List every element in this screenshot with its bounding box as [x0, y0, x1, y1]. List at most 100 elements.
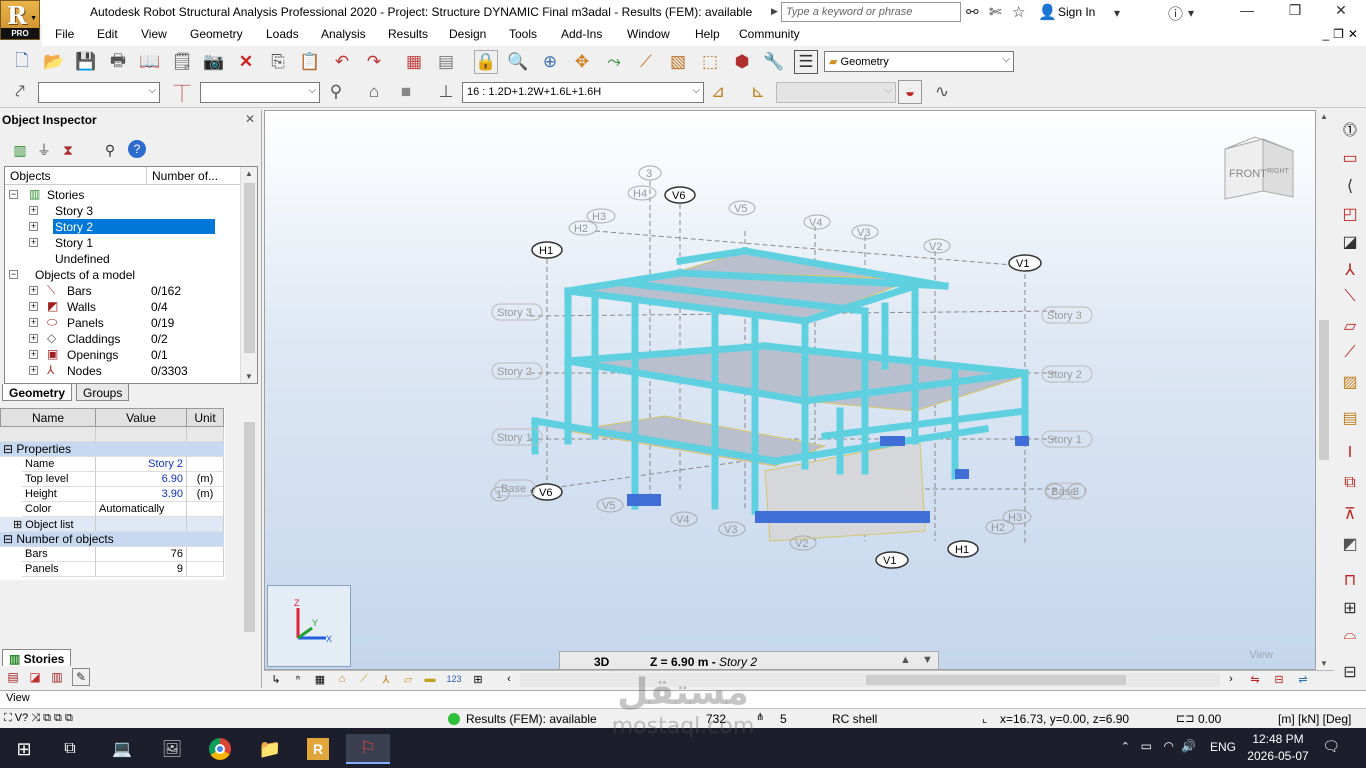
prop-value[interactable]: 6.90 [96, 472, 187, 487]
preview-icon[interactable]: 🗒 [170, 50, 194, 74]
tree-item-stories[interactable]: − ▥ Stories [5, 187, 241, 203]
new-file-icon[interactable]: 🗋 [10, 50, 34, 74]
menu-geometry[interactable]: Geometry [190, 27, 243, 41]
offsets-display-icon[interactable]: ▬ [420, 671, 440, 687]
units[interactable]: [m] [kN] [Deg] [1278, 712, 1351, 726]
filter-icon[interactable]: ⏚ [32, 138, 56, 162]
robot-app-icon[interactable]: R [296, 734, 340, 764]
story-tool-icon[interactable]: ◪ [26, 668, 44, 686]
collapse-icon[interactable]: − [9, 190, 18, 199]
close-button[interactable]: ✕ [1326, 2, 1356, 19]
3d-viewport[interactable]: 3 H4 V6 H3 H2 H1 V5 V4 V3 V2 V1 V6 V5 V4… [264, 110, 1316, 670]
scroll-thumb[interactable] [866, 675, 1126, 685]
table-icon[interactable]: ▤ [434, 50, 458, 74]
prop-row-top-level[interactable]: Top level 6.90 (m) [0, 472, 224, 487]
load-case-select[interactable]: 16 : 1.2D+1.2W+1.6L+1.6H ⌵ [462, 82, 704, 103]
arch-icon[interactable]: ⌓ [1337, 626, 1363, 648]
support-tool-icon[interactable]: ◰ [1337, 204, 1363, 226]
expand-icon[interactable]: + [29, 222, 38, 231]
offset-tool-icon[interactable]: ⟋ [1337, 344, 1363, 366]
sections-display-icon[interactable]: ▦ [310, 671, 330, 687]
paste-icon[interactable]: 📋 [298, 50, 322, 74]
help-icon[interactable]: ⓘ [1168, 3, 1183, 24]
menu-tools[interactable]: Tools [509, 27, 537, 41]
bar-select-icon[interactable]: ⏉ [170, 80, 194, 104]
select-icon[interactable]: ⤳ [602, 50, 626, 74]
view-cube[interactable]: FRONT RIGHT [1223, 131, 1297, 211]
grid-icon[interactable]: ▥ [8, 138, 32, 162]
view-option-2-icon[interactable]: ⊟ [1268, 671, 1290, 687]
properties-scrollbar[interactable] [241, 408, 258, 648]
load-tool-icon[interactable]: ▨ [1337, 372, 1363, 394]
help-dropdown-icon[interactable]: ▾ [1188, 6, 1194, 20]
section-number-of-objects[interactable]: ⊟ Number of objects [0, 532, 224, 547]
expand-icon[interactable]: + [29, 350, 38, 359]
notifications-icon[interactable]: 🗨 [1322, 738, 1340, 755]
scroll-thumb[interactable] [1319, 320, 1329, 460]
section-name[interactable]: RC shell [832, 712, 877, 726]
section-properties[interactable]: ⊟ Properties [0, 442, 224, 457]
expand-icon[interactable]: + [29, 318, 38, 327]
menu-analysis[interactable]: Analysis [321, 27, 366, 41]
zoom-window-icon[interactable]: 🔍 [506, 50, 530, 74]
file-explorer-icon[interactable]: 📁 [248, 734, 292, 764]
tree-scrollbar[interactable]: ▲ ▼ [240, 167, 257, 383]
modes-icon[interactable]: ∿ [930, 80, 954, 104]
layout-select[interactable]: ▰ Geometry ⌵ [824, 51, 1014, 72]
geometry-tool-icon[interactable]: ⟨ [1337, 176, 1363, 198]
tree-item-objects-of-model[interactable]: − Objects of a model [5, 267, 241, 283]
selection-wizard-icon[interactable]: ⚲ [324, 80, 348, 104]
prop-row-height[interactable]: Height 3.90 (m) [0, 487, 224, 502]
tree-item-undefined[interactable]: Undefined [5, 251, 241, 267]
subscription-icon[interactable]: ✄ [989, 3, 1002, 21]
menu-community[interactable]: Community [739, 27, 800, 41]
delete-icon[interactable]: ✕ [234, 50, 258, 74]
lock-icon[interactable]: 🔒 [474, 50, 498, 74]
home-view-icon[interactable]: ⌂ [362, 80, 386, 104]
level-up-icon[interactable]: ▲ [900, 654, 911, 666]
view-option-1-icon[interactable]: ⇋ [1244, 671, 1266, 687]
prop-value[interactable]: Story 2 [96, 457, 187, 472]
tree-item-nodes[interactable]: + ⅄ Nodes 0/3303 [5, 363, 241, 379]
expand-icon[interactable]: + [29, 366, 38, 375]
tab-stories[interactable]: ▥ Stories [2, 649, 72, 666]
pan-icon[interactable]: ✥ [570, 50, 594, 74]
values-display-icon[interactable]: 123 [442, 671, 466, 687]
layout-icon[interactable]: ☰ [794, 50, 818, 74]
bar-sections-icon[interactable]: ▭ [1337, 148, 1363, 170]
collapse-icon[interactable]: − [9, 270, 18, 279]
battery-icon[interactable]: ▭ [1141, 739, 1152, 753]
release-tool-icon[interactable]: ◪ [1337, 232, 1363, 254]
releases-display-icon[interactable]: ⅄ [376, 671, 396, 687]
menu-view[interactable]: View [141, 27, 167, 41]
tree-item-panels[interactable]: + ⬭ Panels 0/19 [5, 315, 241, 331]
binoculars-icon[interactable]: ⚯ [966, 3, 979, 21]
expand-icon[interactable]: + [29, 302, 38, 311]
display-settings-icon[interactable]: ⊞ [468, 671, 488, 687]
tray-chevron-icon[interactable]: ⌃ [1121, 740, 1130, 753]
scroll-up-icon[interactable]: ▲ [245, 169, 253, 178]
grayed-icon[interactable]: ■ [394, 80, 418, 104]
redo-icon[interactable]: ↷ [362, 50, 386, 74]
combination-tool-icon[interactable]: ▤ [1337, 408, 1363, 430]
bar-selection-combo[interactable]: ⌵ [200, 82, 320, 103]
menu-design[interactable]: Design [449, 27, 486, 41]
node-tool-icon[interactable]: ⅄ [1337, 260, 1363, 282]
search-expand-icon[interactable]: ▶ [771, 6, 778, 17]
minimize-button[interactable]: — [1232, 2, 1262, 18]
prop-row-name[interactable]: Name Story 2 [0, 457, 224, 472]
tree-item-story-1[interactable]: + Story 1 [5, 235, 241, 251]
prop-row-bars[interactable]: Bars 76 [0, 547, 224, 562]
language-indicator[interactable]: ENG [1210, 740, 1236, 754]
print-icon[interactable]: 🖶 [106, 50, 130, 74]
search-input[interactable]: Type a keyword or phrase [781, 2, 961, 22]
snap-icons[interactable]: ⛶ V? ⤨ ⧉ ⧉ ⧉ [4, 712, 73, 725]
scroll-thumb[interactable] [244, 422, 255, 632]
windows-start-icon[interactable]: ⊞ [2, 734, 46, 764]
display-icon[interactable]: ⟋ [634, 50, 658, 74]
menu-file[interactable]: File [55, 27, 74, 41]
prop-row-panels[interactable]: Panels 9 [0, 562, 224, 577]
help-icon[interactable]: ? [128, 140, 146, 158]
scroll-down-icon[interactable]: ▼ [1320, 659, 1328, 668]
expand-icon[interactable]: + [29, 286, 38, 295]
